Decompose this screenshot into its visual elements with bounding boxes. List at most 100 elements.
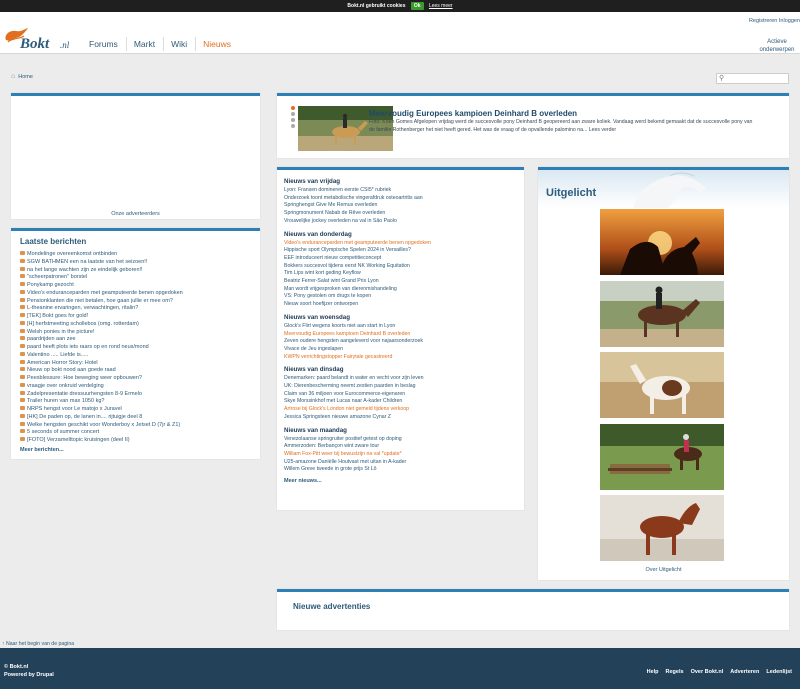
- recent-post-title[interactable]: SGW BATHMEN een na laatste van het seizo…: [27, 259, 147, 265]
- powered-by-text[interactable]: Powered by Drupal: [4, 671, 54, 679]
- recent-post-item[interactable]: "scheerpatronen" borstel: [20, 274, 183, 282]
- nav-nieuws[interactable]: Nieuws: [195, 37, 239, 51]
- uitgelicht-photo-5[interactable]: [600, 495, 724, 561]
- news-item[interactable]: Springmonument Nabab de Rêve overleden: [284, 210, 519, 218]
- recent-post-title[interactable]: vraagje over onkruid verdelging: [27, 383, 104, 389]
- back-to-top-link[interactable]: ↑ Naar het begin van de pagina: [2, 641, 74, 647]
- uitgelicht-photo-2[interactable]: [600, 281, 724, 347]
- news-item[interactable]: Artrose bij Glock's London niet gemeld t…: [284, 406, 519, 414]
- recent-post-title[interactable]: Zadelpresentatie dressuurhengsten 8-9 Er…: [27, 391, 142, 397]
- recent-post-title[interactable]: Welke hengsten geschikt voor Wonderboy x…: [27, 422, 180, 428]
- nav-wiki[interactable]: Wiki: [163, 37, 195, 51]
- recent-post-item[interactable]: Welsh ponies in the picture!: [20, 328, 183, 337]
- recent-post-item[interactable]: L-theanine ervaringen, verwachtingen, ri…: [20, 305, 183, 313]
- recent-post-item[interactable]: paardrijden aan zee: [20, 336, 183, 344]
- uitgelicht-photo-3[interactable]: [600, 352, 724, 418]
- register-login-links[interactable]: Registreren Inloggen: [749, 18, 800, 24]
- recent-post-title[interactable]: paard heeft plots iets raars op en rond …: [27, 344, 149, 350]
- recent-post-title[interactable]: Valentino ..... Liefde is.....: [27, 352, 88, 358]
- cookie-more-link[interactable]: Lees meer: [429, 3, 453, 9]
- recent-post-item[interactable]: Video's enduranceparden met geamputeerde…: [20, 289, 183, 298]
- nav-markt[interactable]: Markt: [125, 37, 163, 51]
- more-posts-link[interactable]: Meer berichten...: [20, 447, 64, 453]
- recent-post-title[interactable]: [FOTO] Verzamelttopic kruisingen (deel I…: [27, 437, 130, 443]
- news-item[interactable]: Skye Morssinkhof met Lucas naar A-kader …: [284, 398, 519, 406]
- recent-post-item[interactable]: Peesblessure: Hoe beweging weer opbouwen…: [20, 375, 183, 383]
- news-item[interactable]: Meervoudig Europees kampioen Deinhard B …: [284, 331, 519, 339]
- news-item[interactable]: Onderzoek toont metabolische vingerafdru…: [284, 195, 519, 203]
- recent-post-item[interactable]: Ponykamp gezocht: [20, 282, 183, 290]
- news-item[interactable]: Glock's Flirt wegens koorts niet aan sta…: [284, 323, 519, 331]
- recent-post-title[interactable]: Video's enduranceparden met geamputeerde…: [27, 290, 183, 296]
- recent-post-title[interactable]: Mondelinge overeenkomst ontbinden: [27, 251, 117, 257]
- recent-post-item[interactable]: NRPS hengst voor Le matojo x Juravel: [20, 406, 183, 414]
- news-item[interactable]: VS: Pony gestolen om drugs te kopen: [284, 293, 519, 301]
- news-item[interactable]: Ammerzoden: Berbançon wint zware tour: [284, 443, 519, 451]
- news-item[interactable]: Vivace de Jeu ingeslapen: [284, 346, 519, 354]
- news-item[interactable]: EEF introduceert nieuw competitieconcept: [284, 255, 519, 263]
- recent-post-item[interactable]: [HK] De paden op, de lanen in.... rijtui…: [20, 413, 183, 422]
- news-item[interactable]: Venezolaanse springruiter positief getes…: [284, 436, 519, 444]
- news-item[interactable]: Claim van 36 miljoen voor Eurocommerce-e…: [284, 391, 519, 399]
- recent-post-title[interactable]: [TEK] Bokt goes for gold!: [27, 313, 88, 319]
- recent-post-title[interactable]: Trailer huren van max 1050 kg?: [27, 398, 104, 404]
- recent-post-item[interactable]: Mondelinge overeenkomst ontbinden: [20, 251, 183, 259]
- footer-link-regels[interactable]: Regels: [666, 669, 684, 675]
- footer-link-help[interactable]: Help: [647, 669, 659, 675]
- news-item[interactable]: Beatriz Ferrer-Salat wint Grand Prix Lyo…: [284, 278, 519, 286]
- recent-post-item[interactable]: Nieuw op bokt nood aan goede raad: [20, 367, 183, 375]
- recent-post-item[interactable]: vraagje over onkruid verdelging: [20, 382, 183, 391]
- news-item[interactable]: Springhengst Give Me Remus overleden: [284, 202, 519, 210]
- news-item[interactable]: Zeven oudere hengsten aangeleverd voor n…: [284, 338, 519, 346]
- news-item[interactable]: KWPN verrichtingstopper Fairytale gecast…: [284, 354, 519, 362]
- recent-post-title[interactable]: Peesblessure: Hoe beweging weer opbouwen…: [27, 375, 142, 381]
- uitgelicht-photo-1[interactable]: [600, 209, 724, 275]
- recent-post-item[interactable]: Trailer huren van max 1050 kg?: [20, 398, 183, 406]
- feature-title[interactable]: Meervoudig Europees kampioen Deinhard B …: [369, 109, 577, 118]
- footer-link-adverteren[interactable]: Adverteren: [730, 669, 759, 675]
- recent-post-item[interactable]: Welke hengsten geschikt voor Wonderboy x…: [20, 421, 183, 430]
- recent-post-item[interactable]: [FOTO] Verzamelttopic kruisingen (deel I…: [20, 437, 183, 445]
- news-item[interactable]: UK: Dierenbescherming neemt zestien paar…: [284, 383, 519, 391]
- uitgelicht-photo-4[interactable]: [600, 424, 724, 490]
- news-item[interactable]: Denemarken: paard belandt in water en ve…: [284, 375, 519, 383]
- search-input[interactable]: ⚲: [716, 73, 789, 84]
- recent-post-title[interactable]: "scheerpatronen" borstel: [27, 274, 87, 280]
- news-item[interactable]: U25-amazone Daniëlle Houtvast met uitan …: [284, 459, 519, 467]
- recent-post-item[interactable]: na het lange wachten zijn ze eindelijk g…: [20, 266, 183, 275]
- recent-post-title[interactable]: [HK] De paden op, de lanen in.... rijtui…: [27, 414, 142, 420]
- news-item[interactable]: Man wordt vrijgesproken van dierenmishan…: [284, 286, 519, 294]
- slider-dot[interactable]: [291, 112, 295, 116]
- recent-post-item[interactable]: Pensionklanten die niet betalen, hoe gaa…: [20, 297, 183, 306]
- recent-post-title[interactable]: [H] herfstmeeting schollebos (omg. rotte…: [27, 321, 139, 327]
- slider-dot[interactable]: [291, 118, 295, 122]
- recent-post-item[interactable]: Zadelpresentatie dressuurhengsten 8-9 Er…: [20, 390, 183, 399]
- recent-post-title[interactable]: Ponykamp gezocht: [27, 282, 74, 288]
- news-item[interactable]: Tim Lips wint kort geding Keyflow: [284, 270, 519, 278]
- recent-post-item[interactable]: SGW BATHMEN een na laatste van het seizo…: [20, 258, 183, 267]
- recent-post-item[interactable]: paard heeft plots iets raars op en rond …: [20, 344, 183, 352]
- advertisers-caption[interactable]: Onze adverteerders: [11, 211, 260, 217]
- nav-forums[interactable]: Forums: [82, 37, 126, 51]
- news-item[interactable]: Hippische sport Olympische Spelen 2024 i…: [284, 247, 519, 255]
- news-item[interactable]: Jessica Springsteen nieuwe amazone Cynar…: [284, 414, 519, 422]
- recent-post-title[interactable]: na het lange wachten zijn ze eindelijk g…: [27, 267, 143, 273]
- cookie-ok-button[interactable]: Ok: [410, 2, 424, 10]
- news-item[interactable]: William Fox-Pitt weer bij bewustzijn na …: [284, 451, 519, 459]
- recent-post-title[interactable]: L-theanine ervaringen, verwachtingen, ri…: [27, 305, 138, 311]
- footer-link-ledenlijst[interactable]: Ledenlijst: [766, 669, 792, 675]
- news-item[interactable]: Nieuw soort hoefijzer ontworpen: [284, 301, 519, 309]
- recent-post-item[interactable]: 5 seconds of summer concert: [20, 429, 183, 437]
- recent-post-title[interactable]: Pensionklanten die niet betalen, hoe gaa…: [27, 298, 173, 304]
- recent-post-title[interactable]: NRPS hengst voor Le matojo x Juravel: [27, 406, 122, 412]
- recent-post-item[interactable]: Valentino ..... Liefde is.....: [20, 351, 183, 360]
- recent-post-item[interactable]: [H] herfstmeeting schollebos (omg. rotte…: [20, 320, 183, 329]
- news-item[interactable]: Vrouwelijke jockey overleden na val in S…: [284, 218, 519, 226]
- news-item[interactable]: Video's enduranceparden met geamputeerde…: [284, 240, 519, 248]
- more-news-link[interactable]: Meer nieuws...: [284, 478, 519, 484]
- recent-post-title[interactable]: 5 seconds of summer concert: [27, 429, 99, 435]
- footer-link-over[interactable]: Over Bokt.nl: [691, 669, 724, 675]
- active-topics-link[interactable]: Actieve onderwerpen: [757, 38, 797, 54]
- news-item[interactable]: Bokkers succesvol tijdens eerst NK Worki…: [284, 263, 519, 271]
- breadcrumb-home[interactable]: Home: [18, 74, 33, 80]
